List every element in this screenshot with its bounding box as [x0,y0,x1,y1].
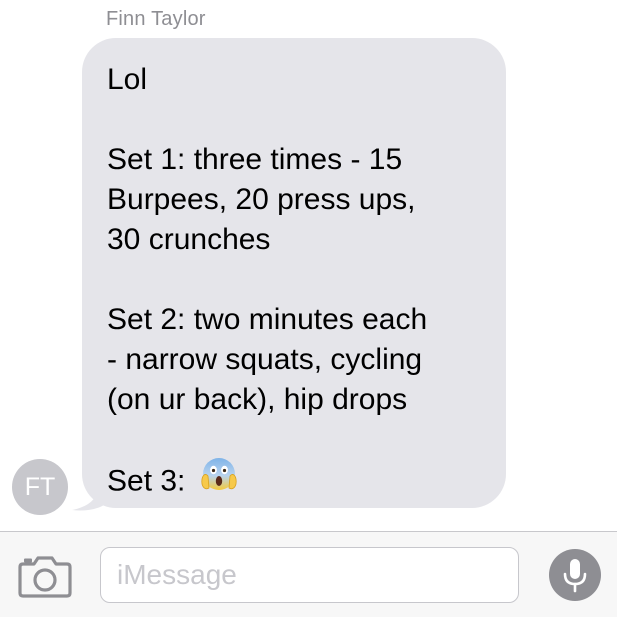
camera-icon[interactable] [17,556,73,598]
message-line: 30 crunches [107,223,271,256]
message-line: Set 2: two minutes each [107,303,428,336]
imessage-screen: Finn Taylor Lol Set 1: three times - 15 … [0,0,617,617]
microphone-icon [549,559,601,605]
message-line: Lol [107,63,148,96]
message-line-blank [107,420,482,460]
message-line-blank [107,100,482,140]
message-input-bar [0,531,617,617]
imessage-input[interactable] [100,547,519,603]
face-screaming-in-fear-icon [199,454,239,505]
microphone-button[interactable] [549,549,601,601]
message-line: (on ur back), hip drops [107,383,408,416]
message-bubble[interactable]: Lol Set 1: three times - 15 Burpees, 20 … [82,38,506,508]
message-line: - narrow squats, cycling [107,343,423,376]
message-line-blank [107,260,482,300]
message-line: Set 3: [107,464,186,498]
avatar[interactable]: FT [12,459,68,515]
message-line: Set 1: three times - 15 [107,143,403,176]
message-last-line: Set 3: [107,458,482,500]
sender-name: Finn Taylor [106,8,206,30]
message-line: Burpees, 20 press ups, [107,183,416,216]
